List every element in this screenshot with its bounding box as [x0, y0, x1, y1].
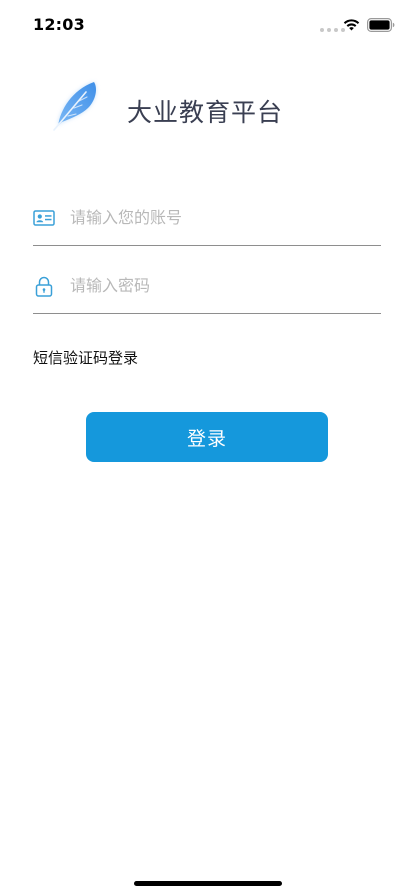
status-time: 12:03	[33, 15, 85, 34]
account-field	[33, 188, 381, 258]
lock-icon	[35, 276, 53, 297]
password-field	[33, 256, 381, 326]
home-indicator	[134, 881, 282, 886]
id-card-icon	[33, 210, 55, 226]
login-button[interactable]: 登录	[86, 412, 328, 462]
signal-dots-icon	[320, 28, 345, 32]
account-divider	[33, 245, 381, 246]
battery-icon	[367, 18, 395, 32]
app-title: 大业教育平台	[127, 98, 284, 127]
feather-icon	[53, 82, 96, 131]
password-divider	[33, 313, 381, 314]
wifi-icon	[343, 19, 360, 31]
status-bar: 12:03	[0, 0, 414, 48]
sms-login-link[interactable]: 短信验证码登录	[33, 347, 138, 368]
password-input[interactable]	[70, 270, 370, 300]
account-input[interactable]	[70, 202, 370, 232]
